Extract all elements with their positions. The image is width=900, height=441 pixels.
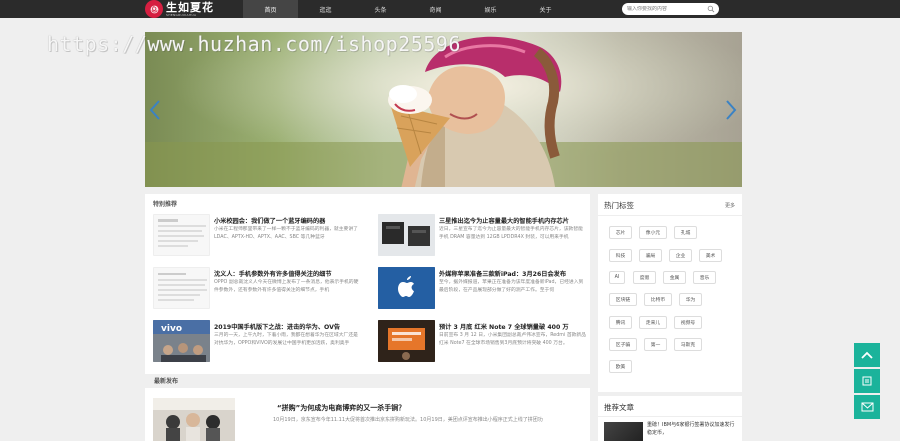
featured-title: 特别推荐 bbox=[153, 201, 178, 208]
latest-article-title[interactable]: “拼购”为何成为电商博弈的又一杀手锏？ bbox=[277, 403, 405, 413]
divider bbox=[598, 416, 742, 417]
tag[interactable]: 华为 bbox=[679, 293, 702, 306]
tag[interactable]: AI bbox=[609, 271, 625, 284]
recommended-title: 推荐文章 bbox=[604, 403, 634, 412]
top-navbar: 生如夏花 SHENGRUXIAHUA 首页 逛逛 头条 奇闻 娱乐 关于 bbox=[0, 0, 900, 18]
featured-item[interactable]: 小米校园会：我们做了一个蓝牙编码的器 小米在工程师那里带来了一样一颗不于蓝牙编码… bbox=[145, 214, 363, 264]
tag[interactable]: 像小元 bbox=[639, 226, 667, 239]
tag[interactable]: 孔城 bbox=[674, 226, 697, 239]
rose-logo-icon bbox=[145, 0, 163, 18]
share-button[interactable] bbox=[854, 369, 880, 393]
tag[interactable]: 度假 bbox=[633, 271, 656, 284]
featured-item[interactable]: 沈义人：手机参数外有许多值得关注的细节 OPPO 副总裁沈义人今天在微博上发布了… bbox=[145, 267, 363, 317]
search-input[interactable] bbox=[627, 6, 707, 12]
hero-carousel[interactable] bbox=[145, 32, 742, 187]
search-box bbox=[622, 3, 719, 15]
featured-section: 特别推荐 小米校园会：我们做了一个蓝牙编码的器 小米在工程师那里带来了一样一颗不… bbox=[145, 194, 590, 374]
brand-name-en: SHENGRUXIAHUA bbox=[166, 12, 197, 17]
nav-item-home[interactable]: 首页 bbox=[243, 0, 298, 18]
nav-item-browse[interactable]: 逛逛 bbox=[298, 0, 353, 18]
latest-title: 最新发布 bbox=[154, 378, 179, 385]
tag[interactable]: 比特币 bbox=[644, 293, 672, 306]
carousel-next-icon[interactable] bbox=[725, 100, 737, 120]
latest-article-desc: 10月19日，京东宣布今年11.11大促将首次推出京东拼购新玩法。10月19日，… bbox=[273, 417, 543, 423]
search-icon[interactable] bbox=[707, 5, 715, 13]
article-thumbnail[interactable] bbox=[153, 214, 210, 256]
latest-section: “拼购”为何成为电商博弈的又一杀手锏？ 10月19日，京东宣布今年11.11大促… bbox=[145, 388, 590, 441]
tag[interactable]: 欧美 bbox=[609, 360, 632, 373]
tag[interactable]: 走来儿 bbox=[639, 316, 667, 329]
article-desc: 小米在工程师那里带来了一样一颗不于蓝牙编码的利器，就主要讲了 LDAC、APTX… bbox=[214, 227, 358, 240]
article-title[interactable]: 2019中国手机版下之战：进击的华为、OV告 bbox=[214, 322, 362, 331]
recommended-article-title[interactable]: 重磅！IBM与6家银行签署协议加速发行稳定币， bbox=[647, 421, 739, 437]
article-desc: 日前宣布 3 月 12 日，小米集团副总裁卢伟冰宣布，Redmi 首款新品红米 … bbox=[439, 333, 587, 346]
featured-item[interactable]: vivo 2019中国手机版下之战：进击的华为、OV告 三月的一天，上午九时，下… bbox=[145, 320, 363, 370]
article-desc: 至今，据外媒报道，苹果正在准备为该年度准备新iPad，已经进入到最后阶段，在产品… bbox=[439, 280, 584, 293]
article-thumbnail[interactable] bbox=[378, 320, 435, 362]
article-desc: OPPO 副总裁沈义人今天在微博上发布了一条消息，他表示手机的硬件参数外，还有参… bbox=[214, 280, 359, 293]
nav-item-headlines[interactable]: 头条 bbox=[353, 0, 408, 18]
article-thumbnail[interactable]: vivo bbox=[153, 320, 210, 362]
tag[interactable]: 金属 bbox=[663, 271, 686, 284]
tag[interactable]: 美术 bbox=[699, 249, 722, 262]
article-desc: 近日，三星宣布了迄今为止容量最大的智能手机内存芯片，该款智能手机 DRAM 容量… bbox=[439, 227, 583, 240]
svg-text:vivo: vivo bbox=[161, 324, 182, 334]
article-desc: 三月的一天，上午九时，下着小雨，我都在想着华为在区域大厂还是对抗华为，OPPO和… bbox=[214, 333, 358, 346]
tag[interactable]: 区子骗 bbox=[609, 338, 637, 351]
article-title[interactable]: 三星推出迄今为止容量最大的智能手机内存芯片 bbox=[439, 216, 587, 225]
article-thumbnail[interactable] bbox=[604, 422, 643, 441]
article-thumbnail[interactable] bbox=[153, 398, 235, 441]
tag[interactable]: 芯片 bbox=[609, 226, 632, 239]
article-title[interactable]: 沈义人：手机参数外有许多值得关注的细节 bbox=[214, 269, 362, 278]
nav-item-oddities[interactable]: 奇闻 bbox=[408, 0, 463, 18]
tag[interactable]: 音乐 bbox=[693, 271, 716, 284]
tag[interactable]: 科技 bbox=[609, 249, 632, 262]
brand-name: 生如夏花 bbox=[166, 0, 214, 14]
article-title[interactable]: 外媒称苹果准备三款新iPad：3月26日会发布 bbox=[439, 269, 587, 278]
tag[interactable]: 视频号 bbox=[674, 316, 702, 329]
tag[interactable]: 区块链 bbox=[609, 293, 637, 306]
carousel-prev-icon[interactable] bbox=[149, 100, 161, 120]
tag[interactable]: 第一 bbox=[644, 338, 667, 351]
article-title[interactable]: 小米校园会：我们做了一个蓝牙编码的器 bbox=[214, 216, 362, 225]
hot-tags-panel: 热门标签 更多 芯片 像小元 孔城 科技 骗局 企业 美术 AI 度假 金属 音… bbox=[598, 194, 742, 392]
tag[interactable]: 马斯克 bbox=[674, 338, 702, 351]
tag[interactable]: 骗局 bbox=[639, 249, 662, 262]
featured-item[interactable]: 外媒称苹果准备三款新iPad：3月26日会发布 至今，据外媒报道，苹果正在准备为… bbox=[370, 267, 588, 317]
main-nav: 首页 逛逛 头条 奇闻 娱乐 关于 bbox=[243, 0, 573, 18]
article-thumbnail[interactable] bbox=[153, 267, 210, 309]
email-button[interactable] bbox=[854, 395, 880, 419]
back-to-top-button[interactable] bbox=[854, 343, 880, 367]
article-thumbnail[interactable] bbox=[378, 267, 435, 309]
share-icon bbox=[862, 376, 872, 386]
mail-icon bbox=[861, 402, 873, 412]
chevron-up-icon bbox=[861, 351, 873, 359]
recommended-panel: 推荐文章 重磅！IBM与6家银行签署协议加速发行稳定币， bbox=[598, 396, 742, 441]
featured-item[interactable]: 三星推出迄今为止容量最大的智能手机内存芯片 近日，三星宣布了迄今为止容量最大的智… bbox=[370, 214, 588, 264]
tags-more-link[interactable]: 更多 bbox=[725, 202, 735, 209]
tags-title: 热门标签 bbox=[604, 201, 634, 210]
nav-item-about[interactable]: 关于 bbox=[518, 0, 573, 18]
article-title[interactable]: 预计 3 月底 红米 Note 7 全球销量破 400 万 bbox=[439, 322, 587, 331]
tag[interactable]: 腾讯 bbox=[609, 316, 632, 329]
nav-item-entertainment[interactable]: 娱乐 bbox=[463, 0, 518, 18]
tag[interactable]: 企业 bbox=[669, 249, 692, 262]
article-thumbnail[interactable] bbox=[378, 214, 435, 256]
banner-image bbox=[145, 32, 742, 187]
tags-header: 热门标签 更多 bbox=[598, 194, 742, 216]
featured-item[interactable]: 预计 3 月底 红米 Note 7 全球销量破 400 万 日前宣布 3 月 1… bbox=[370, 320, 588, 370]
site-logo[interactable]: 生如夏花 SHENGRUXIAHUA bbox=[145, 0, 214, 18]
